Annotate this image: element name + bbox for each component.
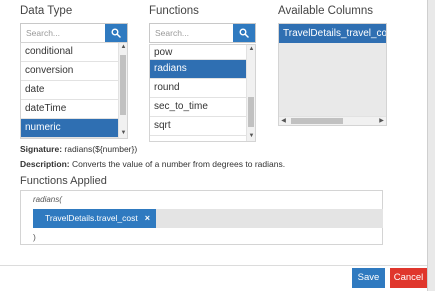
function-close-text: ) (33, 232, 36, 242)
chevron-up-icon[interactable]: ▲ (119, 43, 127, 52)
data-type-item-conditional[interactable]: conditional (21, 43, 127, 62)
chevron-left-icon[interactable]: ◀ (279, 117, 288, 125)
functions-label: Functions (149, 5, 199, 17)
function-open-text: radians( (33, 195, 62, 204)
data-type-item-datetime[interactable]: dateTime (21, 100, 127, 119)
data-type-search (20, 23, 128, 43)
functions-applied-label: Functions Applied (20, 175, 107, 187)
available-column-item[interactable]: TravelDetails_travel_cost (279, 24, 386, 43)
functions-search-input[interactable] (150, 24, 233, 42)
available-columns-list: TravelDetails_travel_cost ◀ ▶ (278, 23, 387, 126)
footer-divider (0, 265, 427, 266)
data-type-label: Data Type (20, 5, 73, 17)
data-type-search-input[interactable] (21, 24, 105, 42)
functions-item-round[interactable]: round (150, 79, 255, 98)
column-chip-label: TravelDetails.travel_cost (45, 213, 138, 223)
description-label: Description: (20, 159, 70, 169)
chevron-right-icon[interactable]: ▶ (377, 117, 386, 125)
data-type-search-button[interactable] (105, 24, 127, 42)
available-columns-label: Available Columns (278, 5, 374, 17)
column-chip[interactable]: TravelDetails.travel_cost × (33, 209, 156, 228)
signature-label: Signature: (20, 144, 63, 154)
search-icon (111, 28, 121, 38)
window-scrollbar[interactable] (427, 0, 435, 291)
description-value: Converts the value of a number from degr… (71, 159, 286, 169)
functions-scroll-thumb[interactable] (248, 97, 254, 127)
functions-item-sec-to-time[interactable]: sec_to_time (150, 98, 255, 117)
functions-item-sqrt[interactable]: sqrt (150, 117, 255, 136)
data-type-item-conversion[interactable]: conversion (21, 62, 127, 81)
functions-list: pow radians round sec_to_time sqrt ▲ ▼ (149, 44, 256, 142)
description-line: Description: Converts the value of a num… (20, 159, 285, 169)
chevron-down-icon[interactable]: ▼ (119, 129, 127, 138)
function-args-row: TravelDetails.travel_cost × (33, 209, 383, 228)
search-icon (239, 28, 249, 38)
chevron-up-icon[interactable]: ▲ (247, 45, 255, 54)
data-type-scroll-thumb[interactable] (120, 55, 126, 115)
save-button[interactable]: Save (352, 268, 385, 288)
close-icon[interactable]: × (145, 209, 150, 228)
data-type-list: conditional conversion date dateTime num… (20, 42, 128, 139)
functions-item-radians[interactable]: radians (150, 60, 255, 79)
cancel-button[interactable]: Cancel (390, 268, 427, 288)
data-type-item-numeric[interactable]: numeric (21, 119, 127, 138)
available-columns-hscrollbar[interactable]: ◀ ▶ (279, 116, 386, 125)
functions-item-pow[interactable]: pow (150, 45, 255, 60)
chevron-down-icon[interactable]: ▼ (247, 132, 255, 141)
functions-search (149, 23, 256, 43)
signature-line: Signature: radians(${number}) (20, 144, 137, 154)
functions-applied-box: radians( TravelDetails.travel_cost × ) (20, 190, 383, 245)
functions-search-button[interactable] (233, 24, 255, 42)
data-type-item-date[interactable]: date (21, 81, 127, 100)
signature-value: radians(${number}) (64, 144, 138, 154)
available-columns-scroll-thumb[interactable] (291, 118, 343, 124)
data-type-scrollbar[interactable]: ▲ ▼ (118, 43, 127, 138)
functions-scrollbar[interactable]: ▲ ▼ (246, 45, 255, 141)
